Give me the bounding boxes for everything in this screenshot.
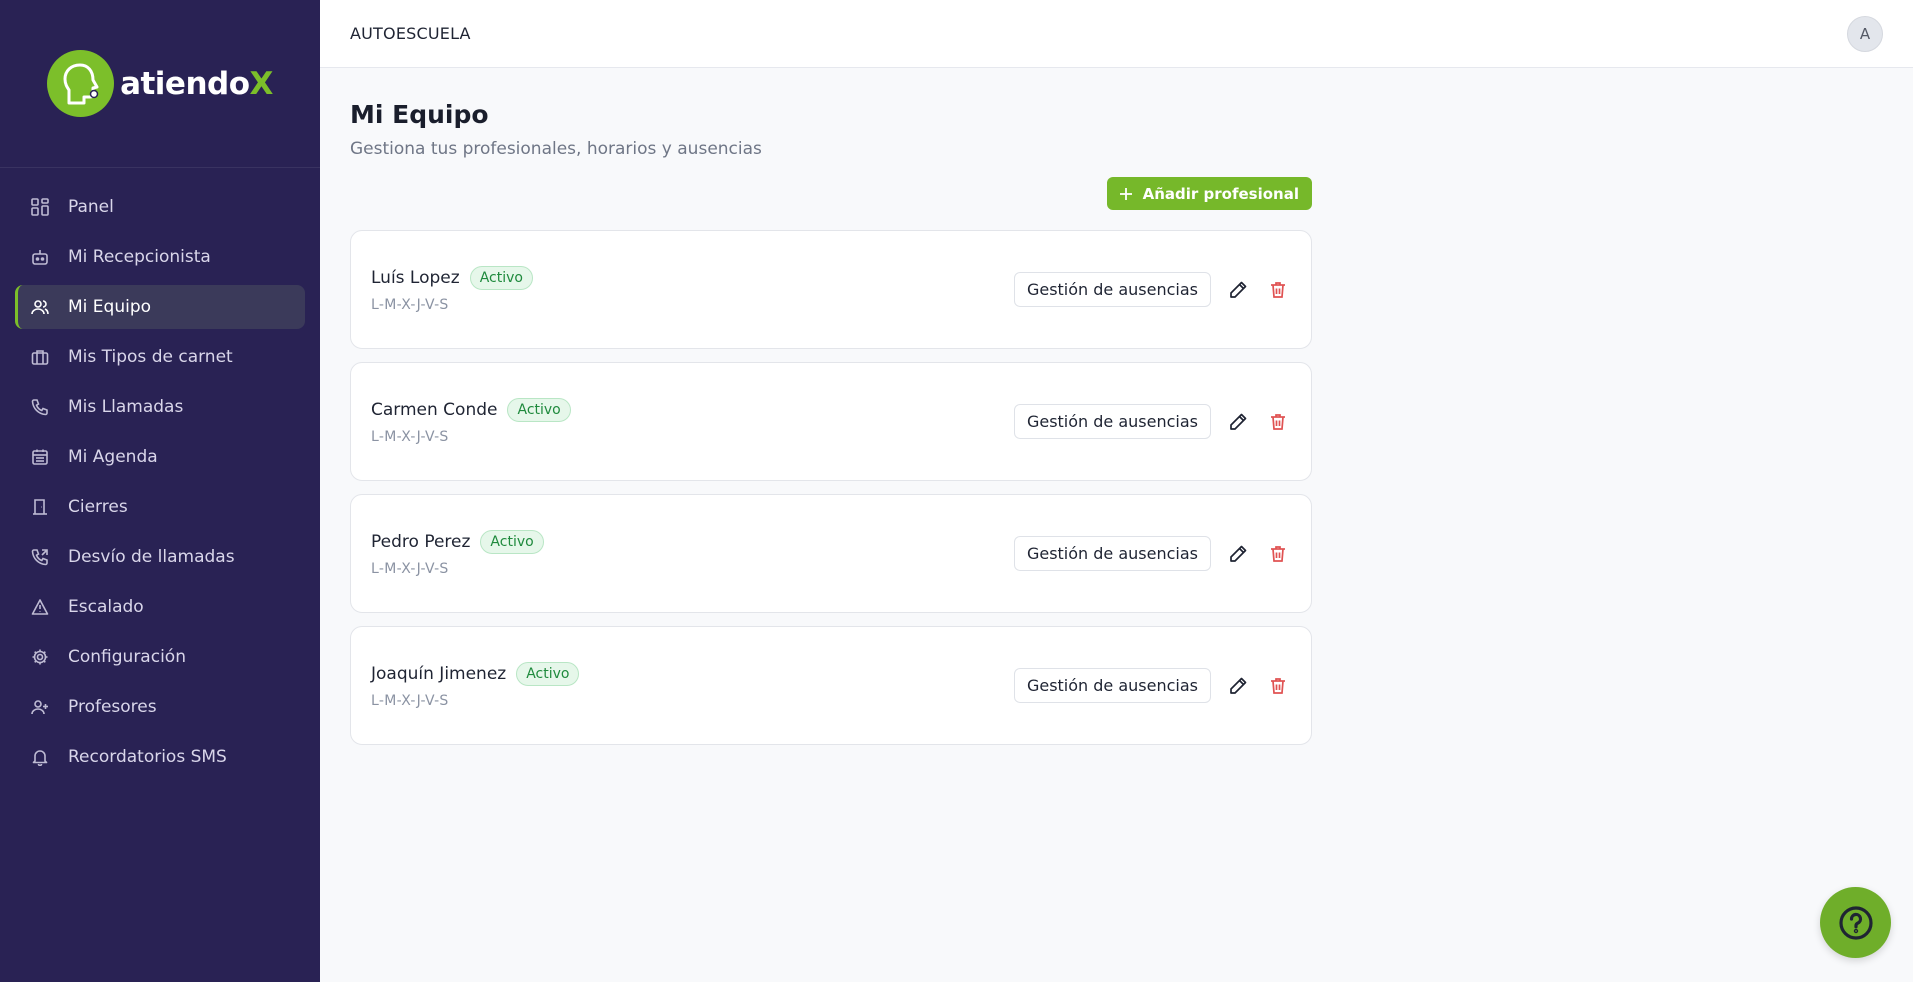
sidebar-item-label: Cierres: [68, 497, 128, 517]
sidebar-item-label: Profesores: [68, 697, 157, 717]
manage-absences-button[interactable]: Gestión de ausencias: [1013, 536, 1211, 571]
sidebar-item-escalado[interactable]: Escalado: [15, 585, 305, 629]
sidebar-item-panel[interactable]: Panel: [15, 185, 305, 229]
sidebar-item-mis-tipos-de-carnet[interactable]: Mis Tipos de carnet: [15, 335, 305, 379]
working-days: L-M-X-J-V-S: [371, 693, 449, 709]
edit-icon[interactable]: [1225, 673, 1251, 699]
phone-icon: [30, 397, 50, 417]
help-icon: [1838, 905, 1873, 940]
user-avatar[interactable]: A: [1847, 15, 1883, 52]
sidebar-item-recordatorios-sms[interactable]: Recordatorios SMS: [15, 735, 305, 779]
sidebar-item-label: Mi Agenda: [68, 447, 158, 467]
top-header: AUTOESCUELA A: [320, 0, 1913, 68]
logo-wordmark: atiendoX: [120, 65, 273, 102]
warning-icon: [30, 597, 50, 617]
working-days: L-M-X-J-V-S: [371, 297, 449, 313]
app-logo[interactable]: atiendoX: [47, 50, 273, 117]
professional-name: Joaquín Jimenez: [371, 664, 507, 684]
sidebar-item-label: Recordatorios SMS: [68, 747, 227, 767]
status-badge: Activo: [516, 662, 580, 686]
door-icon: [30, 497, 50, 517]
user-plus-icon: [30, 697, 50, 717]
sidebar-item-mi-recepcionista[interactable]: Mi Recepcionista: [15, 235, 305, 279]
head-logo-icon: [47, 50, 115, 117]
help-button[interactable]: [1820, 887, 1891, 958]
sidebar-item-desvio-de-llamadas[interactable]: Desvío de llamadas: [15, 535, 305, 579]
edit-icon[interactable]: [1225, 409, 1251, 435]
trash-icon[interactable]: [1265, 277, 1291, 303]
professional-card: Joaquín Jimenez Activo L-M-X-J-V-S Gesti…: [350, 626, 1312, 745]
page-subtitle: Gestiona tus profesionales, horarios y a…: [350, 139, 762, 159]
trash-icon[interactable]: [1265, 541, 1291, 567]
sidebar-item-configuracion[interactable]: Configuración: [15, 635, 305, 679]
gear-icon: [30, 647, 50, 667]
sidebar-item-label: Panel: [68, 197, 114, 217]
professional-card: Luís Lopez Activo L-M-X-J-V-S Gestión de…: [350, 230, 1312, 349]
working-days: L-M-X-J-V-S: [371, 561, 449, 577]
professional-card: Pedro Perez Activo L-M-X-J-V-S Gestión d…: [350, 494, 1312, 613]
organization-name: AUTOESCUELA: [350, 24, 471, 43]
edit-icon[interactable]: [1225, 541, 1251, 567]
sidebar-item-label: Desvío de llamadas: [68, 547, 235, 567]
main-content: Mi Equipo Gestiona tus profesionales, ho…: [350, 68, 1312, 758]
sidebar-item-label: Escalado: [68, 597, 144, 617]
trash-icon[interactable]: [1265, 673, 1291, 699]
add-professional-label: Añadir profesional: [1142, 184, 1299, 203]
sidebar: atiendoX Panel Mi Recepcionista Mi Equip…: [0, 0, 320, 982]
sidebar-item-label: Mis Tipos de carnet: [68, 347, 233, 367]
sidebar-item-label: Mi Recepcionista: [68, 247, 211, 267]
professional-name: Pedro Perez: [371, 532, 471, 552]
add-professional-button[interactable]: Añadir profesional: [1106, 177, 1312, 210]
professional-card: Carmen Conde Activo L-M-X-J-V-S Gestión …: [350, 362, 1312, 481]
professionals-list: Luís Lopez Activo L-M-X-J-V-S Gestión de…: [350, 230, 1312, 745]
sidebar-item-label: Mi Equipo: [68, 297, 152, 317]
manage-absences-button[interactable]: Gestión de ausencias: [1013, 668, 1211, 703]
manage-absences-button[interactable]: Gestión de ausencias: [1013, 404, 1211, 439]
sidebar-item-label: Configuración: [68, 647, 186, 667]
briefcase-icon: [30, 347, 50, 367]
calendar-icon: [30, 447, 50, 467]
logo-area: atiendoX: [0, 0, 320, 168]
manage-absences-button[interactable]: Gestión de ausencias: [1013, 272, 1211, 307]
toolbar: Añadir profesional: [350, 177, 1312, 210]
phone-forward-icon: [30, 547, 50, 567]
page-title: Mi Equipo: [350, 100, 489, 129]
status-badge: Activo: [480, 530, 544, 554]
trash-icon[interactable]: [1265, 409, 1291, 435]
status-badge: Activo: [507, 398, 571, 422]
sidebar-item-profesores[interactable]: Profesores: [15, 685, 305, 729]
edit-icon[interactable]: [1225, 277, 1251, 303]
professional-name: Luís Lopez: [371, 268, 460, 288]
users-icon: [30, 297, 50, 317]
sidebar-item-mis-llamadas[interactable]: Mis Llamadas: [15, 385, 305, 429]
bell-icon: [30, 747, 50, 767]
robot-icon: [30, 247, 50, 267]
grid-icon: [30, 197, 50, 217]
working-days: L-M-X-J-V-S: [371, 429, 449, 445]
professional-name: Carmen Conde: [371, 400, 498, 420]
sidebar-nav: Panel Mi Recepcionista Mi Equipo Mis Tip…: [15, 185, 305, 785]
sidebar-item-label: Mis Llamadas: [68, 397, 184, 417]
sidebar-item-cierres[interactable]: Cierres: [15, 485, 305, 529]
sidebar-item-mi-agenda[interactable]: Mi Agenda: [15, 435, 305, 479]
plus-icon: [1119, 187, 1132, 200]
sidebar-item-mi-equipo[interactable]: Mi Equipo: [15, 285, 305, 329]
status-badge: Activo: [469, 266, 533, 290]
